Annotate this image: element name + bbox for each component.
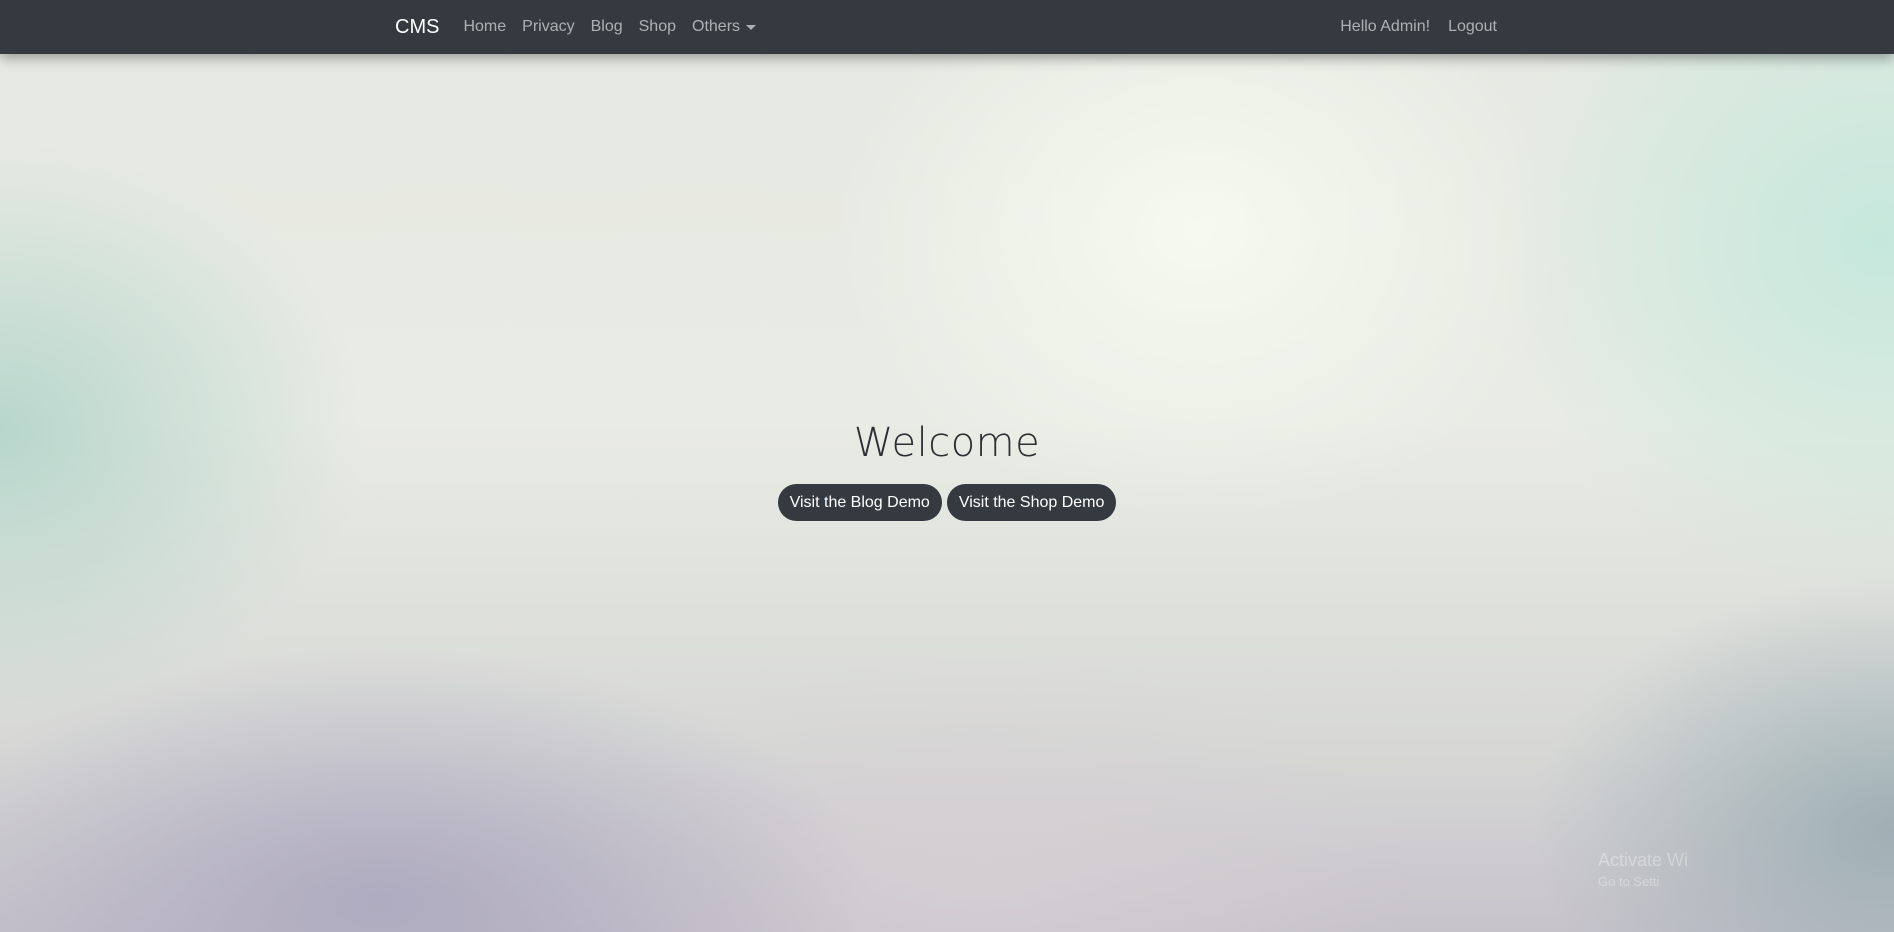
hero-section: Welcome Visit the Blog Demo Visit the Sh… [0,420,1894,521]
page: CMS Home Privacy Blog Shop Others Hello … [0,0,1894,932]
logout-link[interactable]: Logout [1448,18,1497,36]
dropdown-caret-icon [746,25,757,30]
navbar-container: CMS Home Privacy Blog Shop Others Hello … [395,0,1497,54]
brand-link[interactable]: CMS [395,16,439,39]
top-navbar: CMS Home Privacy Blog Shop Others Hello … [0,0,1894,54]
watermark-line-2: Go to Setti [1598,874,1660,889]
nav-link-home[interactable]: Home [463,18,506,36]
visit-blog-demo-button[interactable]: Visit the Blog Demo [777,484,942,521]
page-title: Welcome [853,420,1041,466]
visit-shop-demo-button[interactable]: Visit the Shop Demo [946,484,1117,521]
nav-dropdown-others-label: Others [692,18,741,35]
nav-dropdown-others[interactable]: Others [692,18,757,36]
nav-link-shop[interactable]: Shop [639,18,676,36]
hero-button-row: Visit the Blog Demo Visit the Shop Demo [0,484,1894,521]
nav-link-privacy[interactable]: Privacy [522,18,574,36]
watermark-line-1: Activate Wi [1598,850,1689,870]
nav-link-blog[interactable]: Blog [591,18,623,36]
activation-watermark: Activate Wi Go to Setti [1598,849,1688,893]
navbar-user-area: Hello Admin! Logout [1340,18,1497,36]
user-greeting: Hello Admin! [1340,18,1431,35]
